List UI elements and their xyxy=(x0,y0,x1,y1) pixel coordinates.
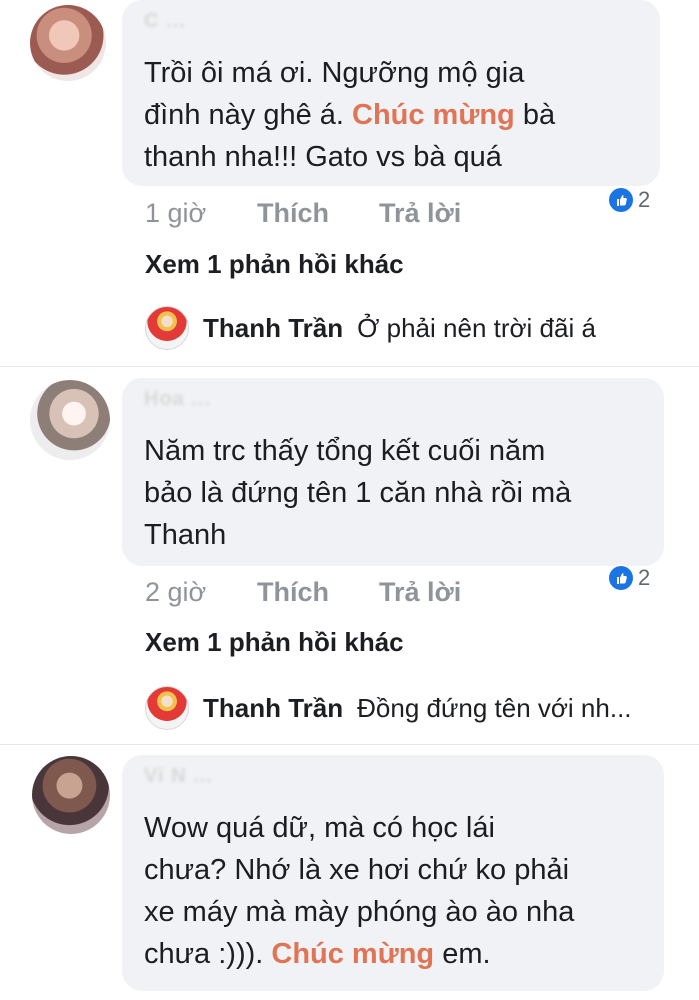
view-more-replies-link[interactable]: Xem 1 phản hồi khác xyxy=(145,627,404,658)
comment-bubble: Hoa ... Năm trc thấy tổng kết cuối năm b… xyxy=(122,378,664,566)
reply-author[interactable]: Thanh Trần xyxy=(203,313,343,344)
highlighted-text: Chúc mừng xyxy=(352,99,515,131)
comment-divider xyxy=(0,366,699,367)
reply-avatar[interactable] xyxy=(145,686,189,730)
commenter-avatar[interactable] xyxy=(30,380,110,460)
like-button[interactable]: Thích xyxy=(257,196,329,230)
comment-thread: C ... Trồi ôi má ơi. Ngưỡng mộ gia đình … xyxy=(0,0,699,1000)
reply-preview[interactable]: Thanh Trần Đồng đứng tên với nh... xyxy=(145,686,632,730)
reaction-count-value: 2 xyxy=(638,187,651,212)
like-thumb-icon xyxy=(609,566,633,590)
comment-time: 1 giờ xyxy=(145,198,207,228)
view-more-replies-link[interactable]: Xem 1 phản hồi khác xyxy=(145,249,404,280)
reaction-count[interactable]: 2 xyxy=(609,566,650,590)
like-button[interactable]: Thích xyxy=(257,575,329,609)
reply-author[interactable]: Thanh Trần xyxy=(203,693,343,724)
commenter-avatar[interactable] xyxy=(30,5,106,81)
reply-button[interactable]: Trả lời xyxy=(379,575,461,609)
comment-divider xyxy=(0,744,699,745)
reply-button[interactable]: Trả lời xyxy=(379,196,461,230)
comment-bubble: Vi N ... Wow quá dữ, mà có học lái chưa?… xyxy=(122,755,664,991)
reaction-count[interactable]: 2 xyxy=(609,188,650,212)
reply-preview[interactable]: Thanh Trần Ở phải nên trời đãi á xyxy=(145,306,596,350)
comment-time: 2 giờ xyxy=(145,577,207,607)
like-thumb-icon xyxy=(609,188,633,212)
reaction-count-value: 2 xyxy=(638,565,651,590)
highlighted-text: Chúc mừng xyxy=(271,938,435,970)
commenter-avatar[interactable] xyxy=(32,756,110,834)
reply-avatar[interactable] xyxy=(145,306,189,350)
comment-text-part: em. xyxy=(434,938,491,970)
comment-author[interactable]: Hoa ... xyxy=(144,388,211,411)
comment-text: Wow quá dữ, mà có học lái chưa? Nhớ là x… xyxy=(144,807,574,975)
comment-text: Năm trc thấy tổng kết cuối năm bảo là đứ… xyxy=(144,435,572,551)
comment-author[interactable]: C ... xyxy=(144,10,186,33)
reply-text: Ở phải nên trời đãi á xyxy=(357,312,596,343)
reply-text: Đồng đứng tên với nh... xyxy=(357,692,632,723)
comment-bubble: C ... Trồi ôi má ơi. Ngưỡng mộ gia đình … xyxy=(122,0,660,186)
comment-text: Trồi ôi má ơi. Ngưỡng mộ gia đình này gh… xyxy=(144,52,555,178)
comment-author[interactable]: Vi N ... xyxy=(144,765,213,788)
